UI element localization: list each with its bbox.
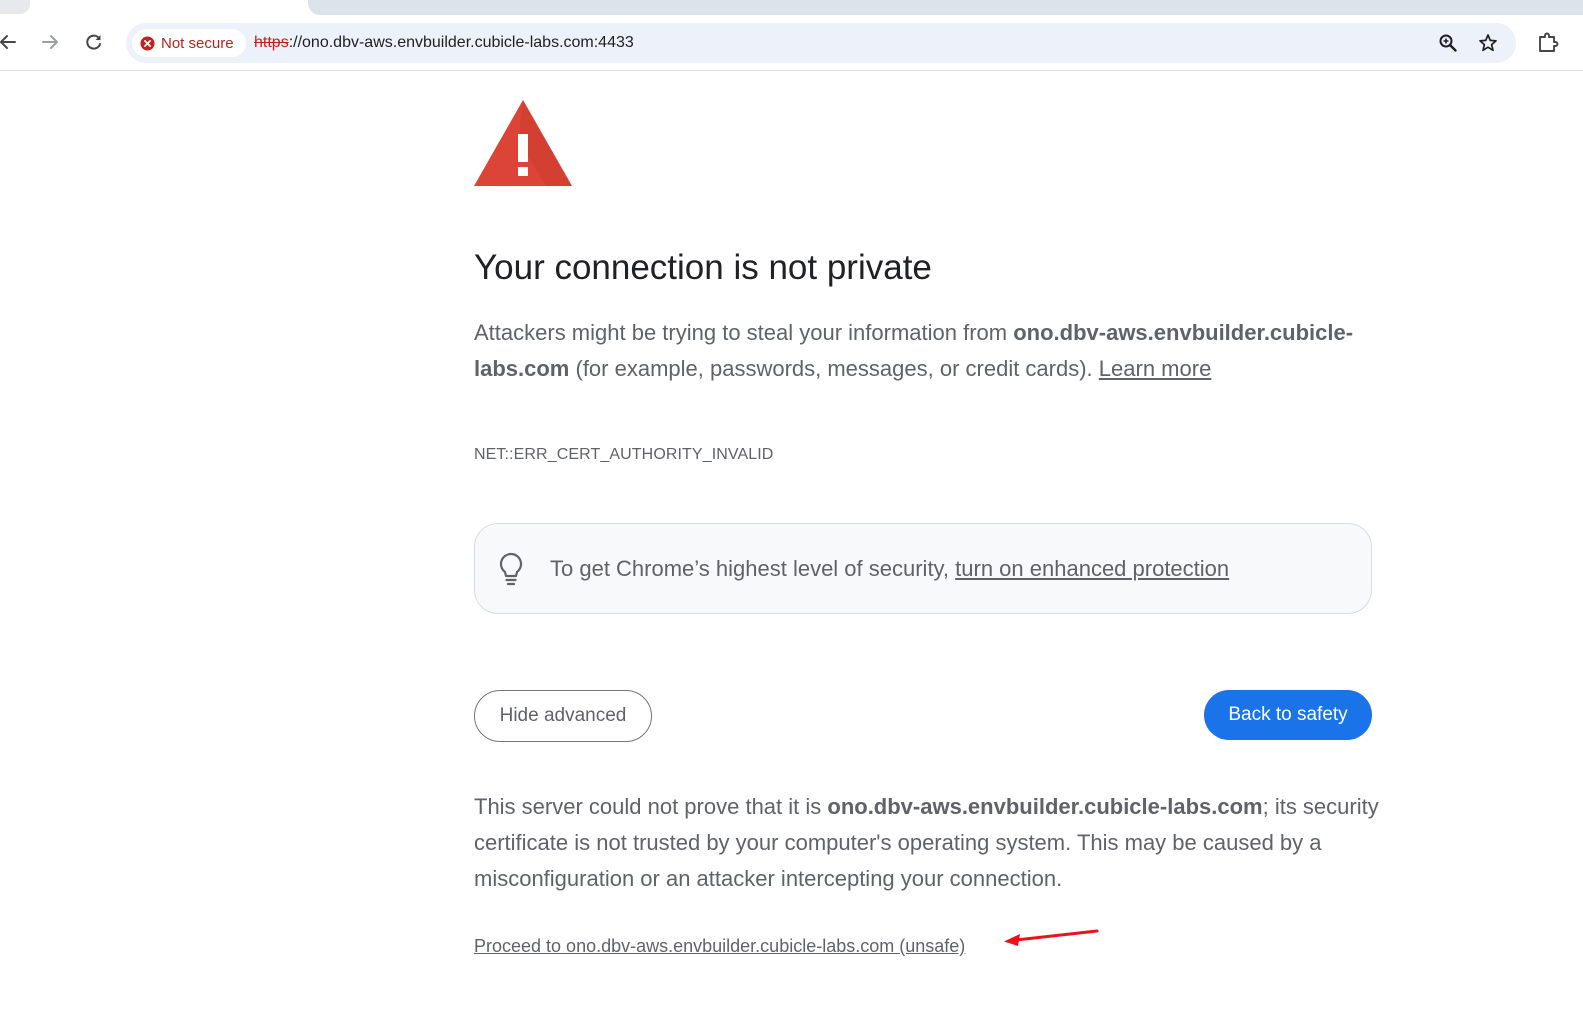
error-circle-icon	[140, 35, 155, 51]
tab-strip	[0, 0, 1583, 16]
forward-button[interactable]	[34, 26, 66, 58]
details-message: This server could not prove that it is o…	[474, 789, 1379, 897]
proceed-unsafe-link[interactable]: Proceed to ono.dbv-aws.envbuilder.cubicl…	[474, 933, 965, 959]
enhanced-protection-label: To get Chrome’s highest level of securit…	[550, 556, 956, 581]
browser-toolbar: Not secure https://ono.dbv-aws.envbuilde…	[0, 16, 1583, 71]
tab-left[interactable]	[0, 0, 30, 14]
page-title: Your connection is not private	[474, 248, 932, 287]
url-host: ://ono.dbv-aws.envbuilder.cubicle-labs.c…	[288, 34, 634, 51]
reload-icon	[86, 34, 101, 50]
reload-button[interactable]	[78, 26, 110, 58]
back-button[interactable]	[0, 26, 24, 58]
star-icon	[1479, 34, 1497, 52]
security-chip-label: Not secure	[161, 34, 234, 52]
tab-right[interactable]	[308, 0, 1583, 15]
enhanced-protection-link[interactable]: turn on enhanced protection	[955, 556, 1229, 581]
main-message: Attackers might be trying to steal your …	[474, 315, 1372, 387]
warning-triangle-icon	[474, 100, 572, 186]
security-chip[interactable]: Not secure	[132, 29, 246, 57]
back-to-safety-button[interactable]: Back to safety	[1204, 690, 1372, 740]
details-host: ono.dbv-aws.envbuilder.cubicle-labs.com	[827, 794, 1263, 819]
main-message-text: Attackers might be trying to steal your …	[474, 320, 1014, 345]
enhanced-protection-banner: To get Chrome’s highest level of securit…	[474, 523, 1372, 614]
error-code: NET::ERR_CERT_AUTHORITY_INVALID	[474, 446, 774, 463]
url-text[interactable]: https://ono.dbv-aws.envbuilder.cubicle-l…	[254, 23, 634, 63]
puzzle-icon	[1539, 32, 1559, 52]
learn-more-link[interactable]: Learn more	[1099, 356, 1212, 381]
bookmark-button[interactable]	[1476, 31, 1500, 55]
zoom-icon	[1439, 34, 1457, 52]
lightbulb-icon	[499, 552, 523, 586]
extensions-button[interactable]	[1532, 26, 1564, 58]
zoom-button[interactable]	[1436, 31, 1460, 55]
back-arrow-icon	[0, 35, 16, 49]
omnibox[interactable]: Not secure https://ono.dbv-aws.envbuilde…	[126, 23, 1516, 63]
details-text: This server could not prove that it is	[474, 794, 828, 819]
url-scheme: https	[254, 34, 289, 51]
hide-advanced-button[interactable]: Hide advanced	[474, 690, 652, 742]
main-message-tail: (for example, passwords, messages, or cr…	[569, 356, 1099, 381]
enhanced-protection-text: To get Chrome’s highest level of securit…	[550, 552, 1229, 586]
forward-arrow-icon	[42, 35, 58, 49]
annotation-arrow-icon	[1004, 929, 1099, 946]
